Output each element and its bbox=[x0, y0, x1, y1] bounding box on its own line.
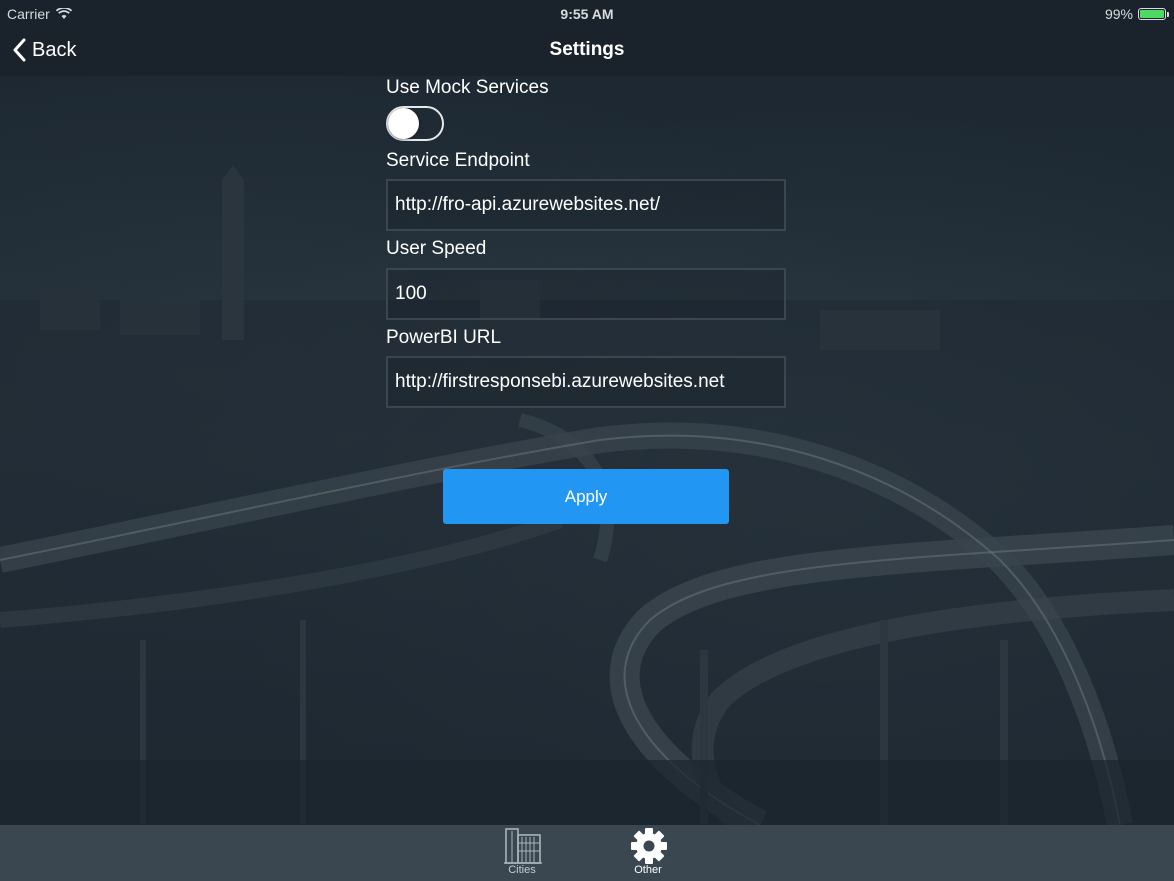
navigation-bar: Back Settings bbox=[0, 28, 1174, 76]
tab-cities[interactable]: Cities bbox=[482, 825, 562, 881]
tab-other-label: Other bbox=[634, 864, 662, 876]
toggle-knob bbox=[388, 108, 419, 139]
tab-other[interactable]: Other bbox=[608, 825, 688, 881]
user-speed-label: User Speed bbox=[386, 238, 487, 259]
user-speed-input[interactable] bbox=[386, 268, 786, 320]
apply-button[interactable]: Apply bbox=[443, 469, 729, 524]
tab-cities-label: Cities bbox=[508, 864, 536, 876]
status-time: 9:55 AM bbox=[560, 6, 614, 22]
battery-indicator: 99% bbox=[1104, 6, 1169, 22]
building-icon bbox=[504, 828, 542, 864]
gear-icon bbox=[631, 828, 667, 864]
powerbi-url-label: PowerBI URL bbox=[386, 327, 502, 348]
service-endpoint-label: Service Endpoint bbox=[386, 150, 530, 171]
tab-bar: Cities Other bbox=[0, 825, 1174, 881]
powerbi-url-input[interactable] bbox=[386, 356, 786, 408]
status-bar: Carrier 9:55 AM 99% bbox=[0, 0, 1174, 28]
page-title: Settings bbox=[549, 39, 625, 60]
use-mock-services-toggle[interactable] bbox=[386, 106, 444, 141]
background-city-image bbox=[0, 0, 1174, 825]
service-endpoint-input[interactable] bbox=[386, 179, 786, 231]
battery-icon bbox=[1138, 8, 1169, 20]
use-mock-services-label: Use Mock Services bbox=[386, 77, 549, 98]
battery-percent: 99% bbox=[1104, 6, 1133, 22]
